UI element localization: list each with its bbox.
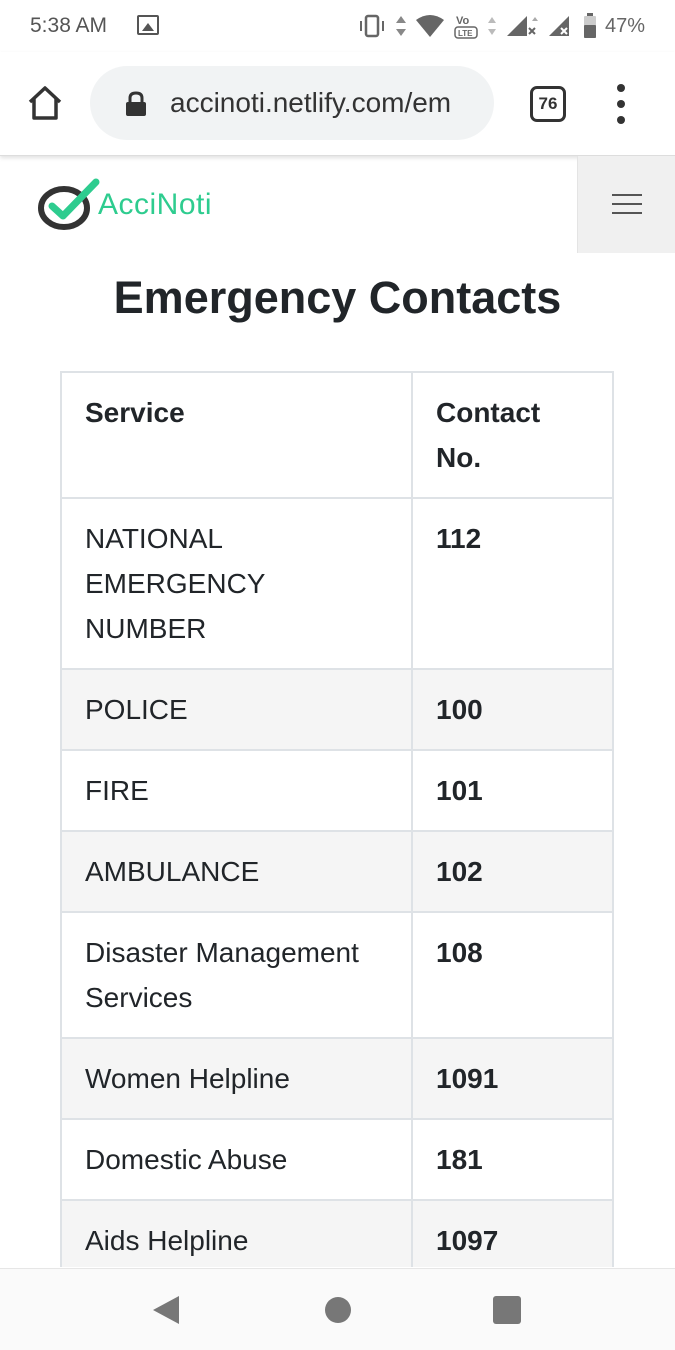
contacts-table: Service Contact No. NATIONAL EMERGENCY N… xyxy=(60,371,614,1267)
lock-icon xyxy=(126,91,146,116)
recent-apps-icon[interactable] xyxy=(493,1296,521,1324)
home-icon[interactable] xyxy=(24,82,66,124)
wifi-icon xyxy=(415,15,444,37)
data-arrows-icon xyxy=(487,17,496,35)
more-options-icon[interactable] xyxy=(606,82,636,126)
table-row: Domestic Abuse 181 xyxy=(60,1118,614,1201)
signal-icon xyxy=(548,16,569,36)
hamburger-menu-button[interactable] xyxy=(577,156,675,253)
browser-toolbar: accinoti.netlify.com/em 76 xyxy=(0,52,675,156)
contact-cell: 112 xyxy=(411,497,614,670)
service-cell: Disaster Management Services xyxy=(60,911,413,1039)
back-icon[interactable] xyxy=(153,1296,179,1324)
contact-cell: 102 xyxy=(411,830,614,913)
contact-cell: 1097 xyxy=(411,1199,614,1267)
service-cell: POLICE xyxy=(60,668,413,751)
tab-count-button[interactable]: 76 xyxy=(530,86,566,122)
volte-icon: Vo LTE xyxy=(454,15,478,39)
column-header-contact: Contact No. xyxy=(411,371,614,499)
service-cell: Women Helpline xyxy=(60,1037,413,1120)
vibrate-icon xyxy=(359,14,384,38)
address-bar[interactable]: accinoti.netlify.com/em xyxy=(90,66,494,140)
contact-cell: 1091 xyxy=(411,1037,614,1120)
service-cell: NATIONAL EMERGENCY NUMBER xyxy=(60,497,413,670)
contact-cell: 181 xyxy=(411,1118,614,1201)
service-cell: AMBULANCE xyxy=(60,830,413,913)
contact-cell: 100 xyxy=(411,668,614,751)
battery-icon xyxy=(583,13,596,38)
table-row: Disaster Management Services 108 xyxy=(60,911,614,1039)
logo-check-icon xyxy=(38,178,100,230)
data-arrows-icon xyxy=(395,16,406,36)
image-icon xyxy=(137,15,159,35)
column-header-service: Service xyxy=(60,371,413,499)
service-cell: Aids Helpline xyxy=(60,1199,413,1267)
svg-text:LTE: LTE xyxy=(458,29,473,38)
status-time: 5:38 AM xyxy=(30,14,108,37)
contacts-table-container: Service Contact No. NATIONAL EMERGENCY N… xyxy=(60,371,614,1267)
table-header-row: Service Contact No. xyxy=(60,371,614,499)
site-logo[interactable]: AcciNoti xyxy=(38,178,238,233)
table-row: AMBULANCE 102 xyxy=(60,830,614,913)
table-row: Aids Helpline 1097 xyxy=(60,1199,614,1267)
logo-text: AcciNoti xyxy=(98,188,213,221)
table-row: NATIONAL EMERGENCY NUMBER 112 xyxy=(60,497,614,670)
contact-cell: 108 xyxy=(411,911,614,1039)
contact-cell: 101 xyxy=(411,749,614,832)
home-circle-icon[interactable] xyxy=(325,1297,351,1323)
svg-text:Vo: Vo xyxy=(456,15,470,27)
table-row: Women Helpline 1091 xyxy=(60,1037,614,1120)
signal-icon xyxy=(506,16,538,36)
service-cell: Domestic Abuse xyxy=(60,1118,413,1201)
status-bar: 5:38 AM Vo LTE 47% xyxy=(0,0,675,52)
battery-percent: 47% xyxy=(604,14,645,37)
system-navigation-bar xyxy=(0,1268,675,1350)
page-title: Emergency Contacts xyxy=(113,272,562,323)
table-row: FIRE 101 xyxy=(60,749,614,832)
site-header: AcciNoti xyxy=(0,156,675,254)
table-row: POLICE 100 xyxy=(60,668,614,751)
url-text: accinoti.netlify.com/em xyxy=(170,87,452,118)
status-icons: Vo LTE 47% xyxy=(357,10,645,42)
service-cell: FIRE xyxy=(60,749,413,832)
